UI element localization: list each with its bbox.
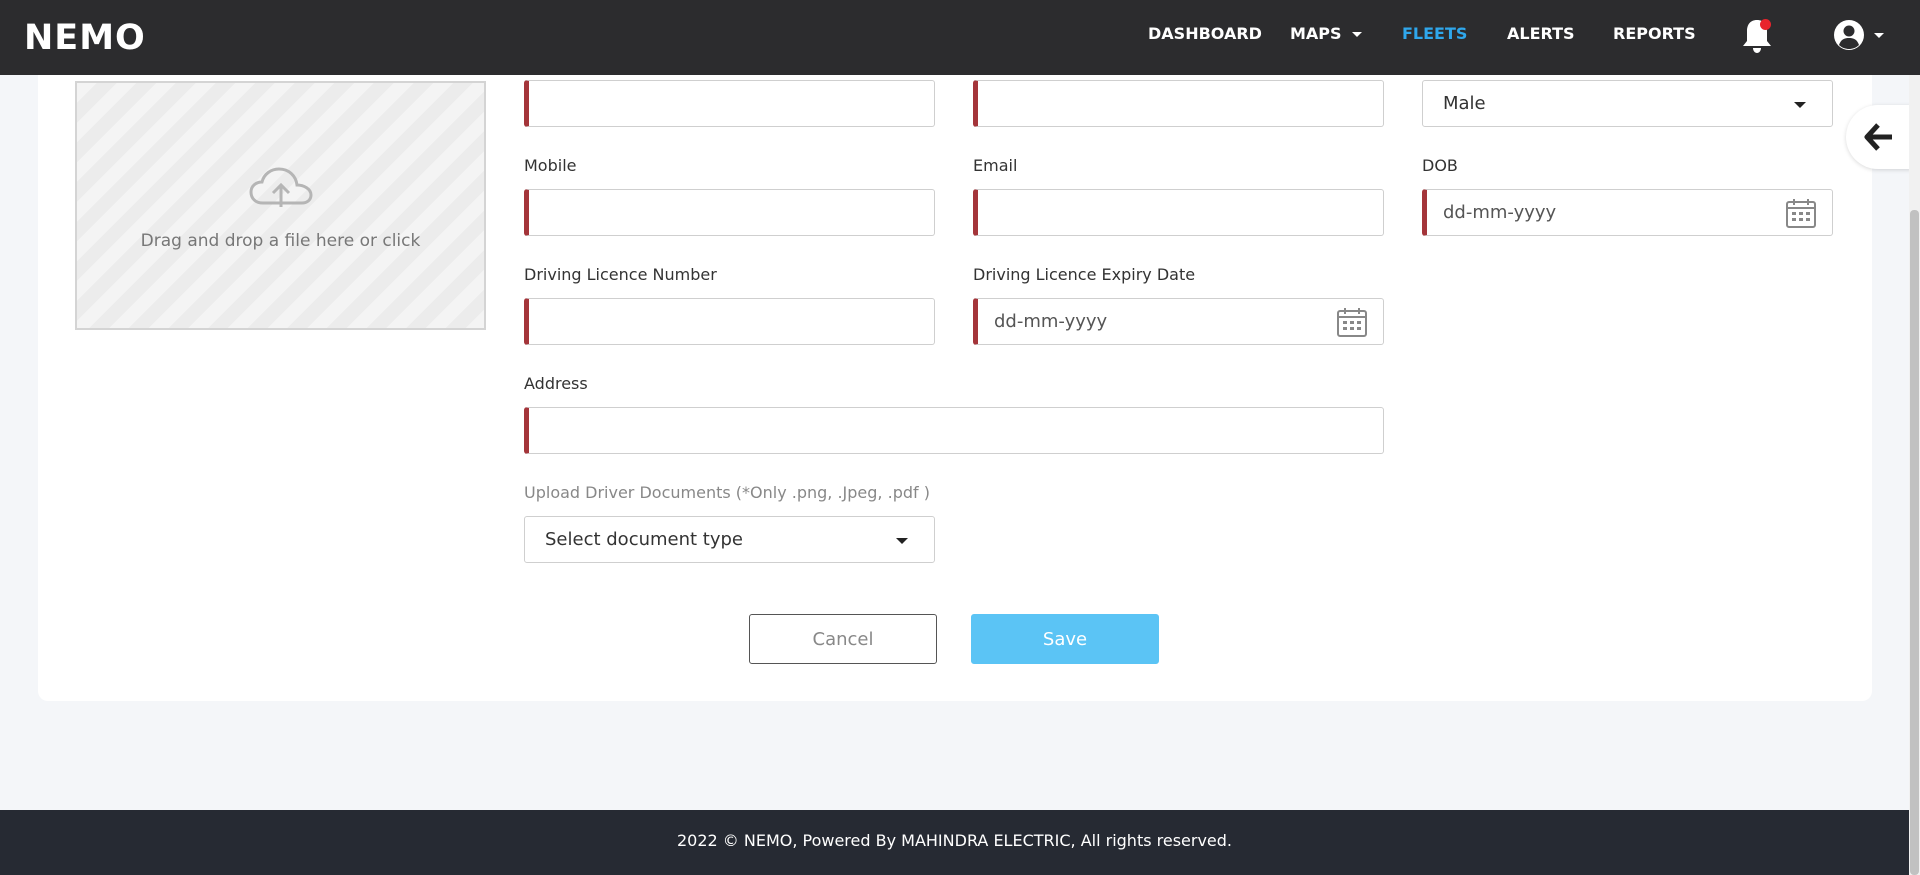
nav-maps-label: MAPS xyxy=(1290,24,1342,43)
nemo-logo[interactable]: NEMO xyxy=(24,19,146,57)
dob-input[interactable] xyxy=(1422,189,1833,236)
nav-fleets[interactable]: FLEETS xyxy=(1402,24,1467,44)
scrollbar-thumb[interactable] xyxy=(1910,210,1919,875)
cancel-button[interactable]: Cancel xyxy=(749,614,937,664)
photo-upload-dropzone[interactable]: Drag and drop a file here or click xyxy=(75,81,486,330)
name-input[interactable] xyxy=(524,80,935,127)
footer-copyright: 2022 © NEMO, Powered By MAHINDRA ELECTRI… xyxy=(676,831,1233,850)
document-type-value: Select document type xyxy=(545,529,743,550)
caret-down-icon xyxy=(896,538,908,544)
licence-expiry-input[interactable] xyxy=(973,298,1384,345)
document-type-select[interactable]: Select document type xyxy=(524,516,935,563)
nav-dashboard[interactable]: DASHBOARD xyxy=(1148,24,1262,44)
email-input[interactable] xyxy=(973,189,1384,236)
nav-alerts[interactable]: ALERTS xyxy=(1507,24,1575,44)
arrow-left-icon xyxy=(1864,123,1892,151)
cloud-upload-icon xyxy=(249,167,313,207)
gender-select[interactable]: Male xyxy=(1422,80,1833,127)
licence-expiry-label: Driving Licence Expiry Date xyxy=(973,265,1196,284)
caret-down-icon xyxy=(1794,102,1806,108)
mobile-input[interactable] xyxy=(524,189,935,236)
nav-reports[interactable]: REPORTS xyxy=(1613,24,1696,44)
notification-dot xyxy=(1760,19,1771,30)
chevron-down-icon xyxy=(1351,32,1362,37)
calendar-icon[interactable] xyxy=(1785,197,1817,229)
back-tab[interactable] xyxy=(1846,105,1912,169)
top-navbar: NEMO DASHBOARD MAPS FLEETS ALERTS REPORT… xyxy=(0,0,1920,75)
save-button[interactable]: Save xyxy=(971,614,1159,664)
address-input[interactable] xyxy=(524,407,1384,454)
footer: 2022 © NEMO, Powered By MAHINDRA ELECTRI… xyxy=(0,810,1909,875)
documents-label: Upload Driver Documents (*Only .png, .Jp… xyxy=(524,483,930,502)
email-label: Email xyxy=(973,156,1018,175)
dropzone-text: Drag and drop a file here or click xyxy=(140,231,421,251)
calendar-icon[interactable] xyxy=(1336,306,1368,338)
licence-number-label: Driving Licence Number xyxy=(524,265,717,284)
user-account-icon[interactable] xyxy=(1832,18,1886,52)
mobile-label: Mobile xyxy=(524,156,577,175)
address-label: Address xyxy=(524,374,588,393)
dob-label: DOB xyxy=(1422,156,1458,175)
nav-maps[interactable]: MAPS xyxy=(1290,24,1362,44)
licence-number-input[interactable] xyxy=(524,298,935,345)
last-name-input[interactable] xyxy=(973,80,1384,127)
gender-select-value: Male xyxy=(1443,93,1486,114)
